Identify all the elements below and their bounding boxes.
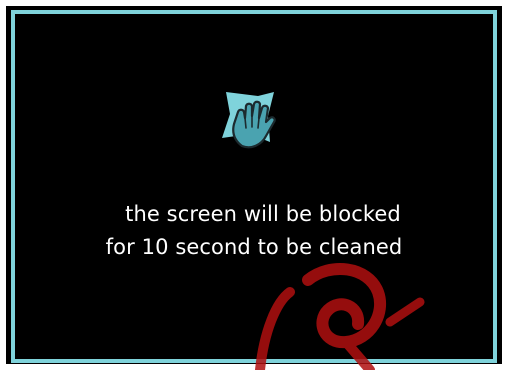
message-line-1: the screen will be blocked bbox=[125, 202, 401, 226]
cleaning-message: the screen will be blocked for 10 second… bbox=[0, 198, 508, 264]
cleaning-cloth-hand-icon bbox=[222, 92, 276, 149]
message-line-2: for 10 second to be cleaned bbox=[105, 235, 403, 259]
watermark-logo bbox=[255, 262, 425, 370]
